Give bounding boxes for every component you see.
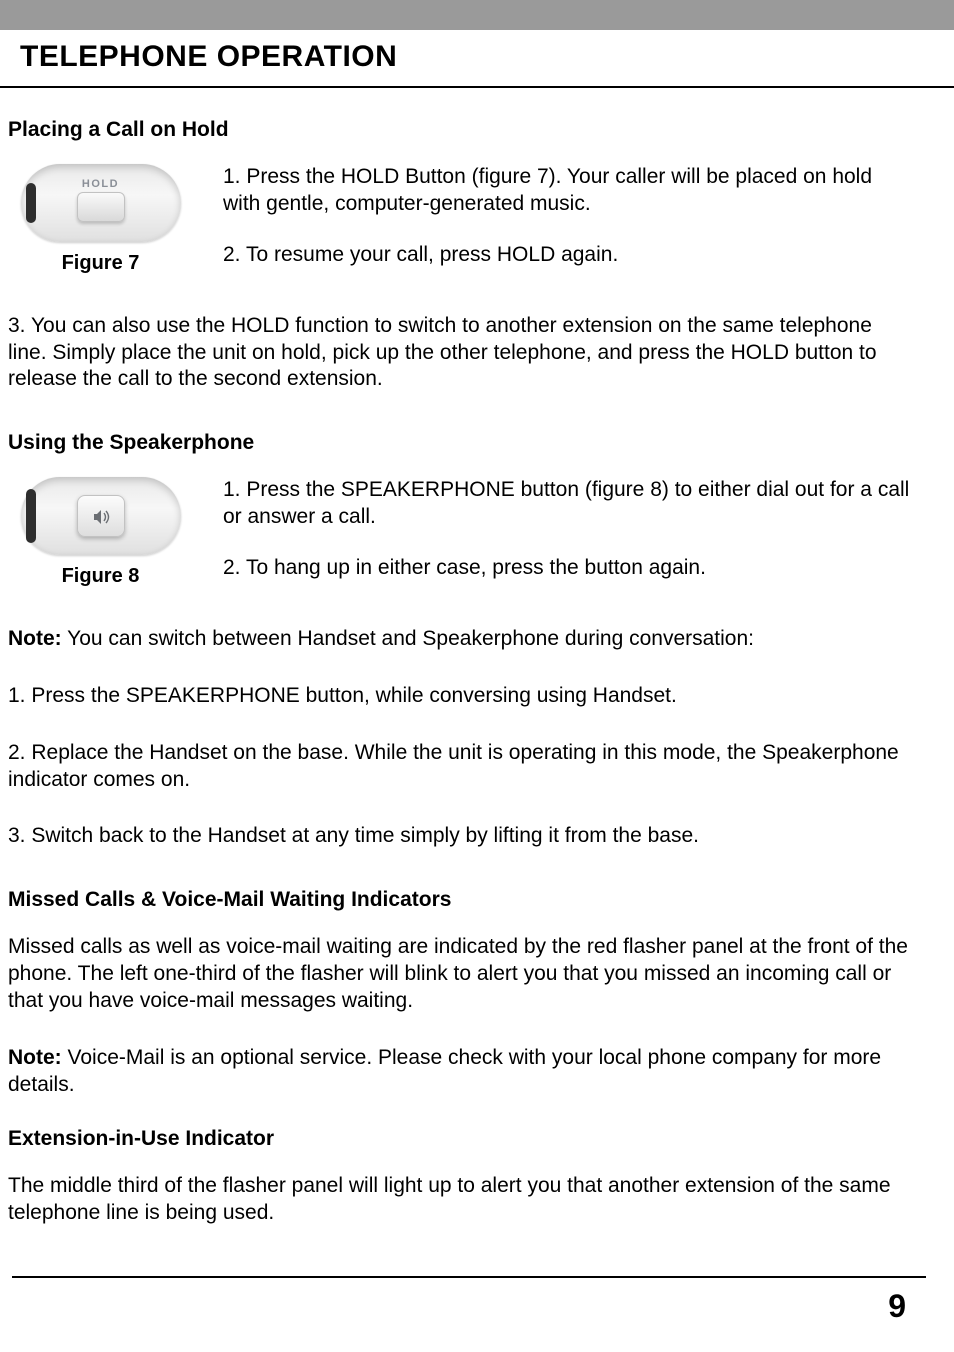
figure-7-block: HOLD Figure 7 xyxy=(8,164,193,275)
hold-key-icon xyxy=(77,192,125,222)
title-row: TELEPHONE OPERATION xyxy=(0,30,954,86)
hold-step-3: 3. You can also use the HOLD function to… xyxy=(8,313,914,394)
speaker-switch-step-1: 1. Press the SPEAKERPHONE button, while … xyxy=(8,683,914,710)
figure-8-text: 1. Press the SPEAKERPHONE button (figure… xyxy=(223,477,914,606)
speaker-step-2: 2. To hang up in either case, press the … xyxy=(223,555,914,582)
speaker-icon xyxy=(92,509,110,523)
page: TELEPHONE OPERATION Placing a Call on Ho… xyxy=(0,0,954,1352)
section-title-speaker: Using the Speakerphone xyxy=(8,431,914,455)
speaker-switch-step-2: 2. Replace the Handset on the base. Whil… xyxy=(8,740,914,794)
figure-8-image xyxy=(21,477,181,555)
note-text-2: Voice-Mail is an optional service. Pleas… xyxy=(8,1046,881,1096)
figure-7-image: HOLD xyxy=(21,164,181,242)
note-prefix-2: Note: xyxy=(8,1046,62,1069)
note-prefix: Note: xyxy=(8,627,62,650)
figure-row-speaker: Figure 8 1. Press the SPEAKERPHONE butto… xyxy=(8,477,914,606)
missed-note: Note: Voice-Mail is an optional service.… xyxy=(8,1045,914,1099)
footer-rule xyxy=(12,1276,926,1278)
speaker-note: Note: You can switch between Handset and… xyxy=(8,626,914,653)
ext-para: The middle third of the flasher panel wi… xyxy=(8,1173,914,1227)
speaker-step-1: 1. Press the SPEAKERPHONE button (figure… xyxy=(223,477,914,531)
figure-row-hold: HOLD Figure 7 1. Press the HOLD Button (… xyxy=(8,164,914,293)
content: Placing a Call on Hold HOLD Figure 7 1. … xyxy=(0,88,954,1226)
hold-step-1: 1. Press the HOLD Button (figure 7). You… xyxy=(223,164,914,218)
note-text: You can switch between Handset and Speak… xyxy=(62,627,754,650)
section-title-missed: Missed Calls & Voice-Mail Waiting Indica… xyxy=(8,888,914,912)
figure-8-block: Figure 8 xyxy=(8,477,193,588)
missed-para: Missed calls as well as voice-mail waiti… xyxy=(8,934,914,1015)
figure-7-text: 1. Press the HOLD Button (figure 7). You… xyxy=(223,164,914,293)
figure-7-caption: Figure 7 xyxy=(62,252,140,275)
speaker-switch-step-3: 3. Switch back to the Handset at any tim… xyxy=(8,823,914,850)
section-title-hold: Placing a Call on Hold xyxy=(8,118,914,142)
page-number: 9 xyxy=(0,1288,954,1325)
hold-key-label: HOLD xyxy=(82,178,119,190)
figure-edge-shadow xyxy=(26,183,36,223)
hold-step-2: 2. To resume your call, press HOLD again… xyxy=(223,242,914,269)
figure-edge-shadow-2 xyxy=(26,489,36,543)
section-title-ext: Extension-in-Use Indicator xyxy=(8,1127,914,1151)
figure-8-caption: Figure 8 xyxy=(62,565,140,588)
header-bar xyxy=(0,0,954,30)
page-title: TELEPHONE OPERATION xyxy=(20,40,397,73)
speaker-key-icon xyxy=(77,495,125,537)
